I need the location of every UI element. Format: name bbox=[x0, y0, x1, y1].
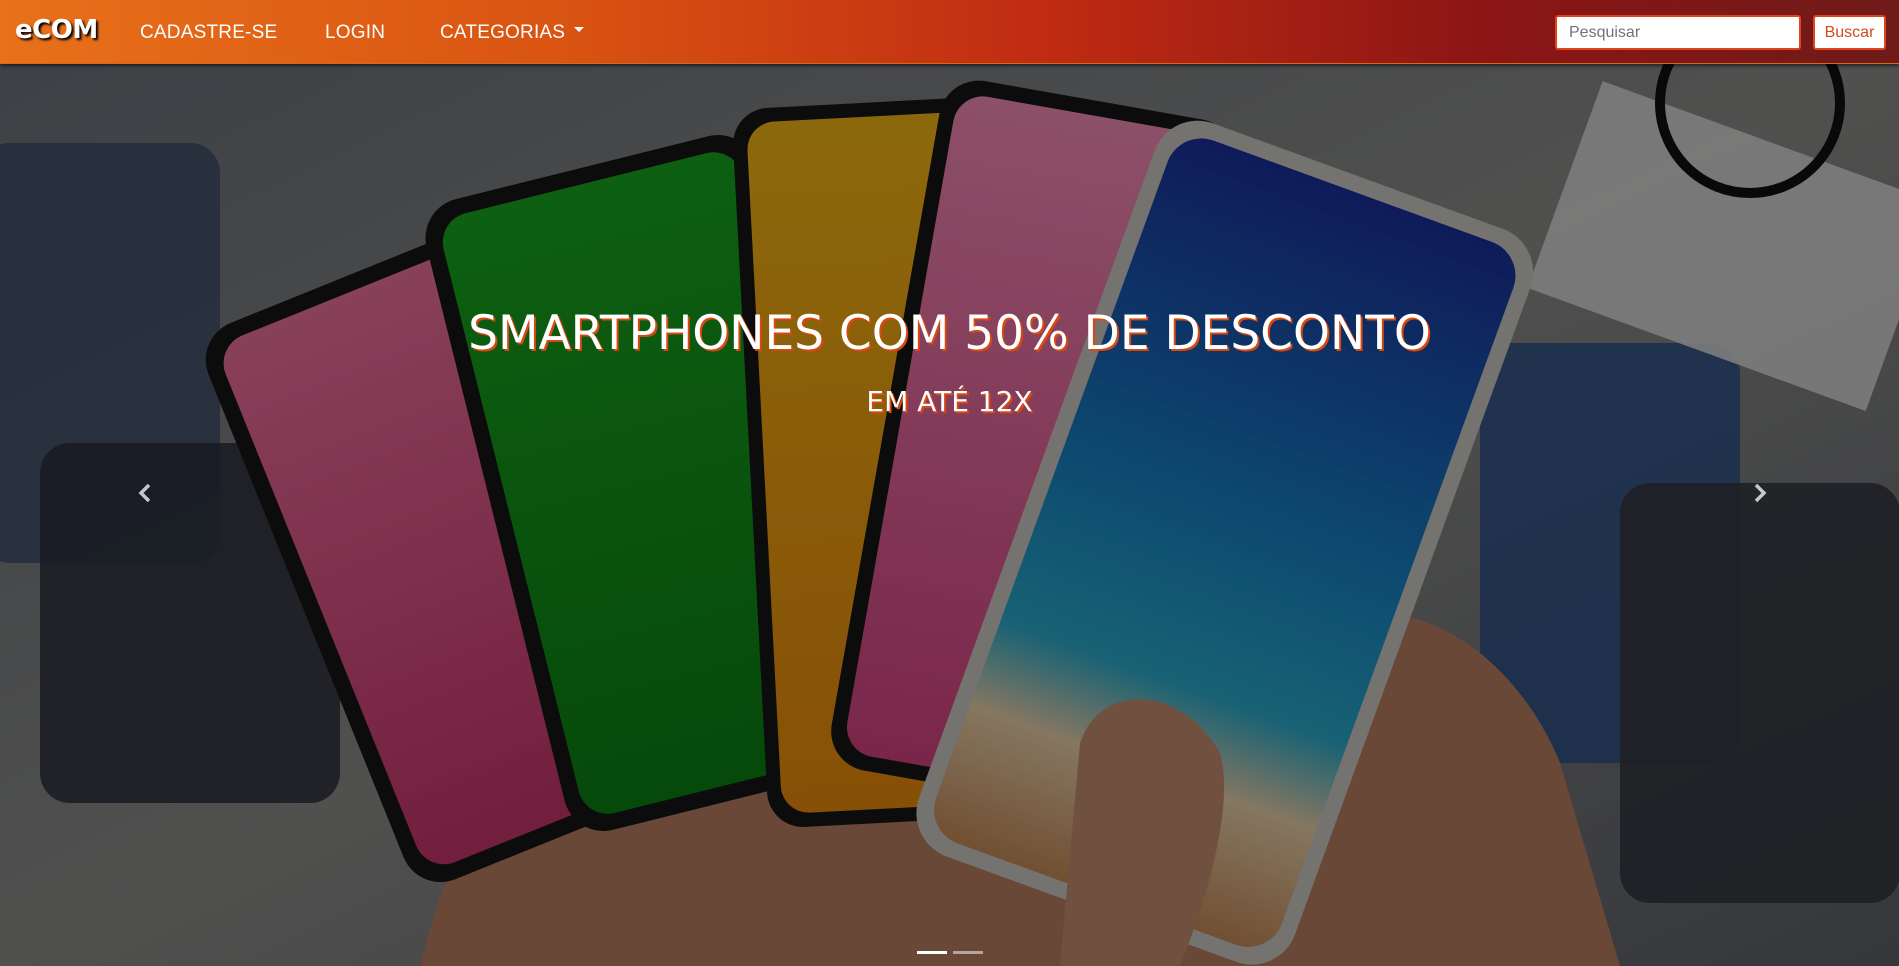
nav-dropdown-label: CATEGORIAS bbox=[440, 22, 566, 43]
hero-dark-overlay bbox=[0, 63, 1899, 966]
hero-carousel: SMARTPHONES COM 50% DE DESCONTO EM ATÉ 1… bbox=[0, 63, 1899, 966]
chevron-right-icon bbox=[1754, 483, 1767, 503]
carousel-indicator-2[interactable] bbox=[952, 951, 983, 954]
slide-title: SMARTPHONES COM 50% DE DESCONTO bbox=[468, 306, 1431, 361]
carousel-next-button[interactable] bbox=[1745, 473, 1775, 513]
search-button[interactable]: Buscar bbox=[1813, 15, 1886, 50]
carousel-prev-button[interactable] bbox=[130, 473, 160, 513]
navbar: eCOM CADASTRE-SE LOGIN CATEGORIAS Buscar bbox=[0, 0, 1899, 64]
carousel-indicator-1[interactable] bbox=[916, 951, 947, 954]
brand-logo[interactable]: eCOM bbox=[15, 15, 98, 45]
search-input[interactable] bbox=[1555, 15, 1801, 50]
chevron-left-icon bbox=[138, 483, 151, 503]
carousel-indicators bbox=[0, 941, 1899, 959]
nav-link-cadastre-se[interactable]: CADASTRE-SE bbox=[140, 22, 277, 44]
nav-dropdown-categorias[interactable]: CATEGORIAS bbox=[440, 22, 585, 44]
caret-down-icon bbox=[574, 27, 585, 33]
slide-subtitle: EM ATÉ 12X bbox=[866, 385, 1033, 418]
nav-link-login[interactable]: LOGIN bbox=[325, 22, 385, 44]
